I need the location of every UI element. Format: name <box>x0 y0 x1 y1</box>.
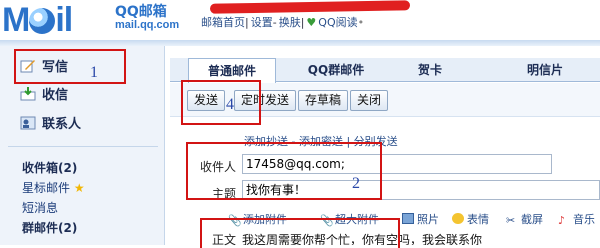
music-label: 音乐 <box>573 213 595 226</box>
sidebar-inbox-folder[interactable]: 收件箱(2) <box>22 159 77 176</box>
tab-postcard[interactable]: 明信片 <box>510 58 580 82</box>
dot-icon: • <box>357 16 365 29</box>
annotation-box-compose <box>14 49 126 84</box>
emoji-button[interactable]: 表情 <box>452 211 489 227</box>
compose-tabs: 普通邮件 QQ群邮件 贺卡 明信片 <box>170 58 600 83</box>
nav-mail-home[interactable]: 邮箱首页 <box>201 16 245 29</box>
photo-label: 照片 <box>417 213 439 226</box>
contacts-icon <box>20 115 36 130</box>
brand-name: QQ邮箱 <box>115 4 167 20</box>
save-draft-button[interactable]: 存草稿 <box>298 90 349 111</box>
sidebar-sms[interactable]: 短消息 <box>22 199 58 216</box>
tab-greeting-card[interactable]: 贺卡 <box>400 58 460 82</box>
logo-globe-icon <box>29 8 56 34</box>
sidebar-contacts[interactable]: 联系人 <box>0 113 165 137</box>
sidebar-group-mail[interactable]: 群邮件(2) <box>22 219 77 236</box>
nav-sep: | <box>300 16 305 29</box>
sidebar-divider <box>8 146 158 147</box>
top-nav: 邮箱首页| 设置- 换肤| ♥ QQ阅读• <box>201 14 366 30</box>
logo-letter: M <box>2 1 30 39</box>
emoji-label: 表情 <box>467 213 489 226</box>
annotation-box-body <box>200 218 400 248</box>
sidebar-contacts-label: 联系人 <box>42 117 82 132</box>
nav-settings[interactable]: 设置 <box>251 16 273 29</box>
tab-qq-group-mail[interactable]: QQ群邮件 <box>288 58 384 82</box>
mail-logo[interactable]: Mil <box>2 0 73 40</box>
logo-text: il <box>55 1 73 39</box>
qq-reader-icon: ♥ <box>306 16 317 29</box>
annotation-number-1: 1 <box>90 64 98 81</box>
annotation-number-2: 2 <box>352 175 360 192</box>
sidebar-starred[interactable]: 星标邮件 ★ <box>22 179 85 196</box>
annotation-number-4: 4 <box>226 96 234 113</box>
photo-button[interactable]: 照片 <box>402 211 439 227</box>
close-button[interactable]: 关闭 <box>350 90 389 111</box>
nav-qq-reader[interactable]: QQ阅读 <box>318 16 357 29</box>
screenshot-label: 截屏 <box>521 213 543 226</box>
nav-skin[interactable]: 换肤 <box>279 16 301 29</box>
top-bar: Mil QQ邮箱 mail.qq.com 邮箱首页| 设置- 换肤| ♥ QQ阅读• <box>0 0 600 42</box>
scissors-icon: ✂ <box>506 214 516 227</box>
inbox-icon <box>20 86 36 101</box>
music-icon: ♪ <box>558 214 566 227</box>
sidebar-inbox[interactable]: 收信 <box>0 84 165 108</box>
music-button[interactable]: ♪ 音乐 <box>558 211 595 227</box>
sidebar-starred-label: 星标邮件 <box>22 181 71 195</box>
screenshot-button[interactable]: ✂ 截屏 <box>506 211 543 227</box>
redacted-account <box>209 0 411 14</box>
nav-sep: | <box>245 16 249 29</box>
sidebar-inbox-label: 收信 <box>42 88 69 103</box>
annotation-box-send <box>181 80 261 125</box>
photo-icon <box>402 213 414 224</box>
nav-sep: - <box>272 16 277 29</box>
smiley-icon <box>452 213 464 224</box>
star-icon: ★ <box>73 181 85 195</box>
brand-url: mail.qq.com <box>115 19 180 31</box>
